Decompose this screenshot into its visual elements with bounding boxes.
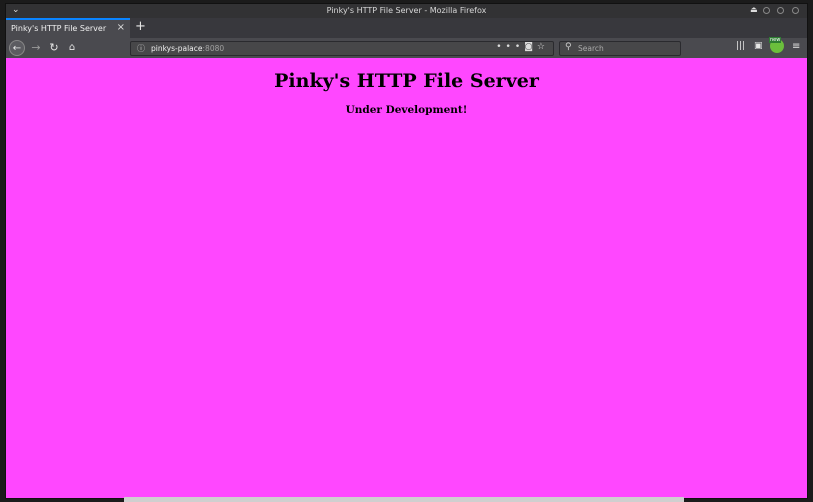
page-title: Pinky's HTTP File Server (274, 70, 539, 92)
tab-active[interactable]: Pinky's HTTP File Server × (6, 18, 130, 38)
taskbar-strip (124, 497, 684, 502)
tab-title: Pinky's HTTP File Server (11, 24, 107, 33)
eject-icon[interactable]: ⏏ (750, 5, 758, 14)
reload-icon[interactable]: ↻ (46, 40, 62, 56)
navigation-toolbar: ← → ↻ ⌂ ⓘ pinkys-palace:8080 •••◙☆ ⚲ Sea… (6, 37, 807, 58)
window-title: Pinky's HTTP File Server - Mozilla Firef… (326, 6, 487, 15)
back-arrow-icon[interactable]: ← (9, 40, 25, 56)
tab-strip: Pinky's HTTP File Server × + (6, 18, 807, 38)
url-host: pinkys-palace (151, 44, 203, 53)
browser-window: ⌄ Pinky's HTTP File Server - Mozilla Fir… (5, 3, 808, 499)
hamburger-menu-icon[interactable]: ≡ (792, 41, 800, 52)
url-actions: •••◙☆ (496, 42, 549, 52)
maximize-button[interactable] (777, 7, 784, 14)
title-bar: ⌄ Pinky's HTTP File Server - Mozilla Fir… (6, 4, 807, 18)
page-content: Pinky's HTTP File Server Under Developme… (6, 58, 807, 498)
minimize-button[interactable] (763, 7, 770, 14)
extension-badge: new (769, 37, 782, 43)
close-window-button[interactable] (792, 7, 799, 14)
pocket-icon[interactable]: ◙ (524, 42, 537, 52)
search-icon: ⚲ (565, 42, 572, 52)
url-bar[interactable]: ⓘ pinkys-palace:8080 •••◙☆ (130, 41, 554, 56)
close-tab-icon[interactable]: × (117, 22, 125, 33)
library-icon[interactable]: ||| (736, 41, 745, 51)
star-icon[interactable]: ☆ (537, 42, 549, 52)
more-icon[interactable]: ••• (496, 42, 524, 52)
page-subtitle: Under Development! (345, 104, 468, 116)
search-input[interactable]: ⚲ Search (559, 41, 681, 56)
info-icon[interactable]: ⓘ (137, 43, 145, 54)
sidebar-icon[interactable]: ▣ (754, 41, 763, 51)
new-tab-button[interactable]: + (135, 19, 146, 34)
home-icon[interactable]: ⌂ (64, 40, 80, 56)
forward-arrow-icon[interactable]: → (28, 40, 44, 56)
url-port: :8080 (202, 44, 225, 53)
search-placeholder: Search (578, 44, 604, 53)
extension-icon[interactable]: new (769, 37, 784, 53)
url-text: pinkys-palace:8080 (151, 44, 224, 53)
